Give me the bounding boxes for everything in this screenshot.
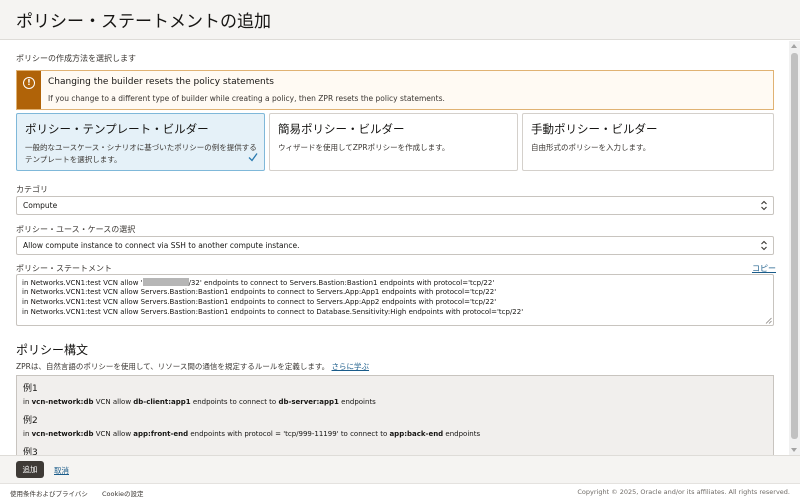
use-case-select[interactable]: Allow compute instance to connect via SS… <box>16 236 774 255</box>
statement-line: in Networks.VCN1:test VCN allow Servers.… <box>22 308 524 316</box>
syntax-examples: 例1 in vcn-network:db VCN allow db-client… <box>16 375 774 455</box>
builder-card-title: 手動ポリシー・ビルダー <box>531 122 658 136</box>
builder-card-title: 簡易ポリシー・ビルダー <box>278 122 405 136</box>
cancel-link[interactable]: 取消 <box>54 465 69 476</box>
select-caret-icon <box>761 240 767 251</box>
copy-link[interactable]: コピー <box>752 263 776 274</box>
checkmark-icon <box>248 153 258 162</box>
page-title: ポリシー・ステートメントの追加 <box>16 12 271 32</box>
warning-icon: ! <box>23 77 35 89</box>
statement-line: in Networks.VCN1:test VCN allow Servers.… <box>22 298 497 306</box>
page-footer: 使用条件およびプライバシ Cookieの設定 Copyright © 2025,… <box>0 483 800 500</box>
scroll-up-icon[interactable] <box>791 44 797 48</box>
learn-more-link[interactable]: さらに学ぶ <box>332 362 370 371</box>
resize-handle-icon[interactable] <box>765 317 772 324</box>
example-text: in vcn-network:db VCN allow app:front-en… <box>23 430 481 438</box>
builder-card-description: 自由形式のポリシーを入力します。 <box>531 143 651 152</box>
builder-card-template[interactable]: ポリシー・テンプレート・ビルダー 一般的なユースケース・シナリオに基づいたポリシ… <box>16 113 265 171</box>
page-header: ポリシー・ステートメントの追加 <box>0 0 800 40</box>
scrollbar[interactable] <box>789 41 800 455</box>
warning-banner: ! Changing the builder resets the policy… <box>16 70 774 110</box>
example-label: 例2 <box>23 416 38 426</box>
terms-privacy-link[interactable]: 使用条件およびプライバシ <box>10 488 88 498</box>
statement-label: ポリシー・ステートメント <box>16 264 112 273</box>
select-caret-icon <box>761 200 767 211</box>
example-text: in vcn-network:db VCN allow db-client:ap… <box>23 398 376 406</box>
action-bar: 追加 取消 <box>0 455 800 483</box>
builder-card-manual[interactable]: 手動ポリシー・ビルダー 自由形式のポリシーを入力します。 <box>522 113 774 171</box>
scroll-down-icon[interactable] <box>791 448 797 452</box>
builder-card-simple[interactable]: 簡易ポリシー・ビルダー ウィザードを使用してZPRポリシーを作成します。 <box>269 113 518 171</box>
syntax-title: ポリシー構文 <box>16 343 89 357</box>
add-button[interactable]: 追加 <box>16 461 44 478</box>
method-label: ポリシーの作成方法を選択します <box>16 54 136 63</box>
builder-card-description: 一般的なユースケース・シナリオに基づいたポリシーの例を提供するテンプレートを選択… <box>25 143 257 164</box>
statement-line: in Networks.VCN1:test VCN allow '/32' en… <box>22 278 495 287</box>
builder-card-title: ポリシー・テンプレート・ビルダー <box>25 122 209 136</box>
warning-title: Changing the builder resets the policy s… <box>48 77 274 87</box>
statement-line: in Networks.VCN1:test VCN allow Servers.… <box>22 288 497 296</box>
warning-description: If you change to a different type of bui… <box>48 94 445 103</box>
scroll-thumb[interactable] <box>791 53 798 439</box>
use-case-value: Allow compute instance to connect via SS… <box>23 241 300 250</box>
syntax-description: ZPRは、自然言語のポリシーを使用して、リソース間の通信を規定するルールを定義し… <box>16 362 370 371</box>
warning-bar: ! <box>17 71 41 109</box>
category-label: カテゴリ <box>16 185 48 194</box>
panel-content[interactable]: ポリシーの作成方法を選択します ! Changing the builder r… <box>0 41 789 455</box>
policy-statement-textarea[interactable]: in Networks.VCN1:test VCN allow '/32' en… <box>16 274 774 326</box>
builder-card-description: ウィザードを使用してZPRポリシーを作成します。 <box>278 143 450 152</box>
category-value: Compute <box>23 201 58 210</box>
copyright-text: Copyright © 2025, Oracle and/or its affi… <box>577 488 790 496</box>
example-label: 例3 <box>23 448 38 455</box>
use-case-label: ポリシー・ユース・ケースの選択 <box>16 225 136 234</box>
cookie-settings-link[interactable]: Cookieの設定 <box>102 488 144 498</box>
example-label: 例1 <box>23 384 38 394</box>
redacted-block <box>142 278 189 286</box>
category-select[interactable]: Compute <box>16 196 774 215</box>
